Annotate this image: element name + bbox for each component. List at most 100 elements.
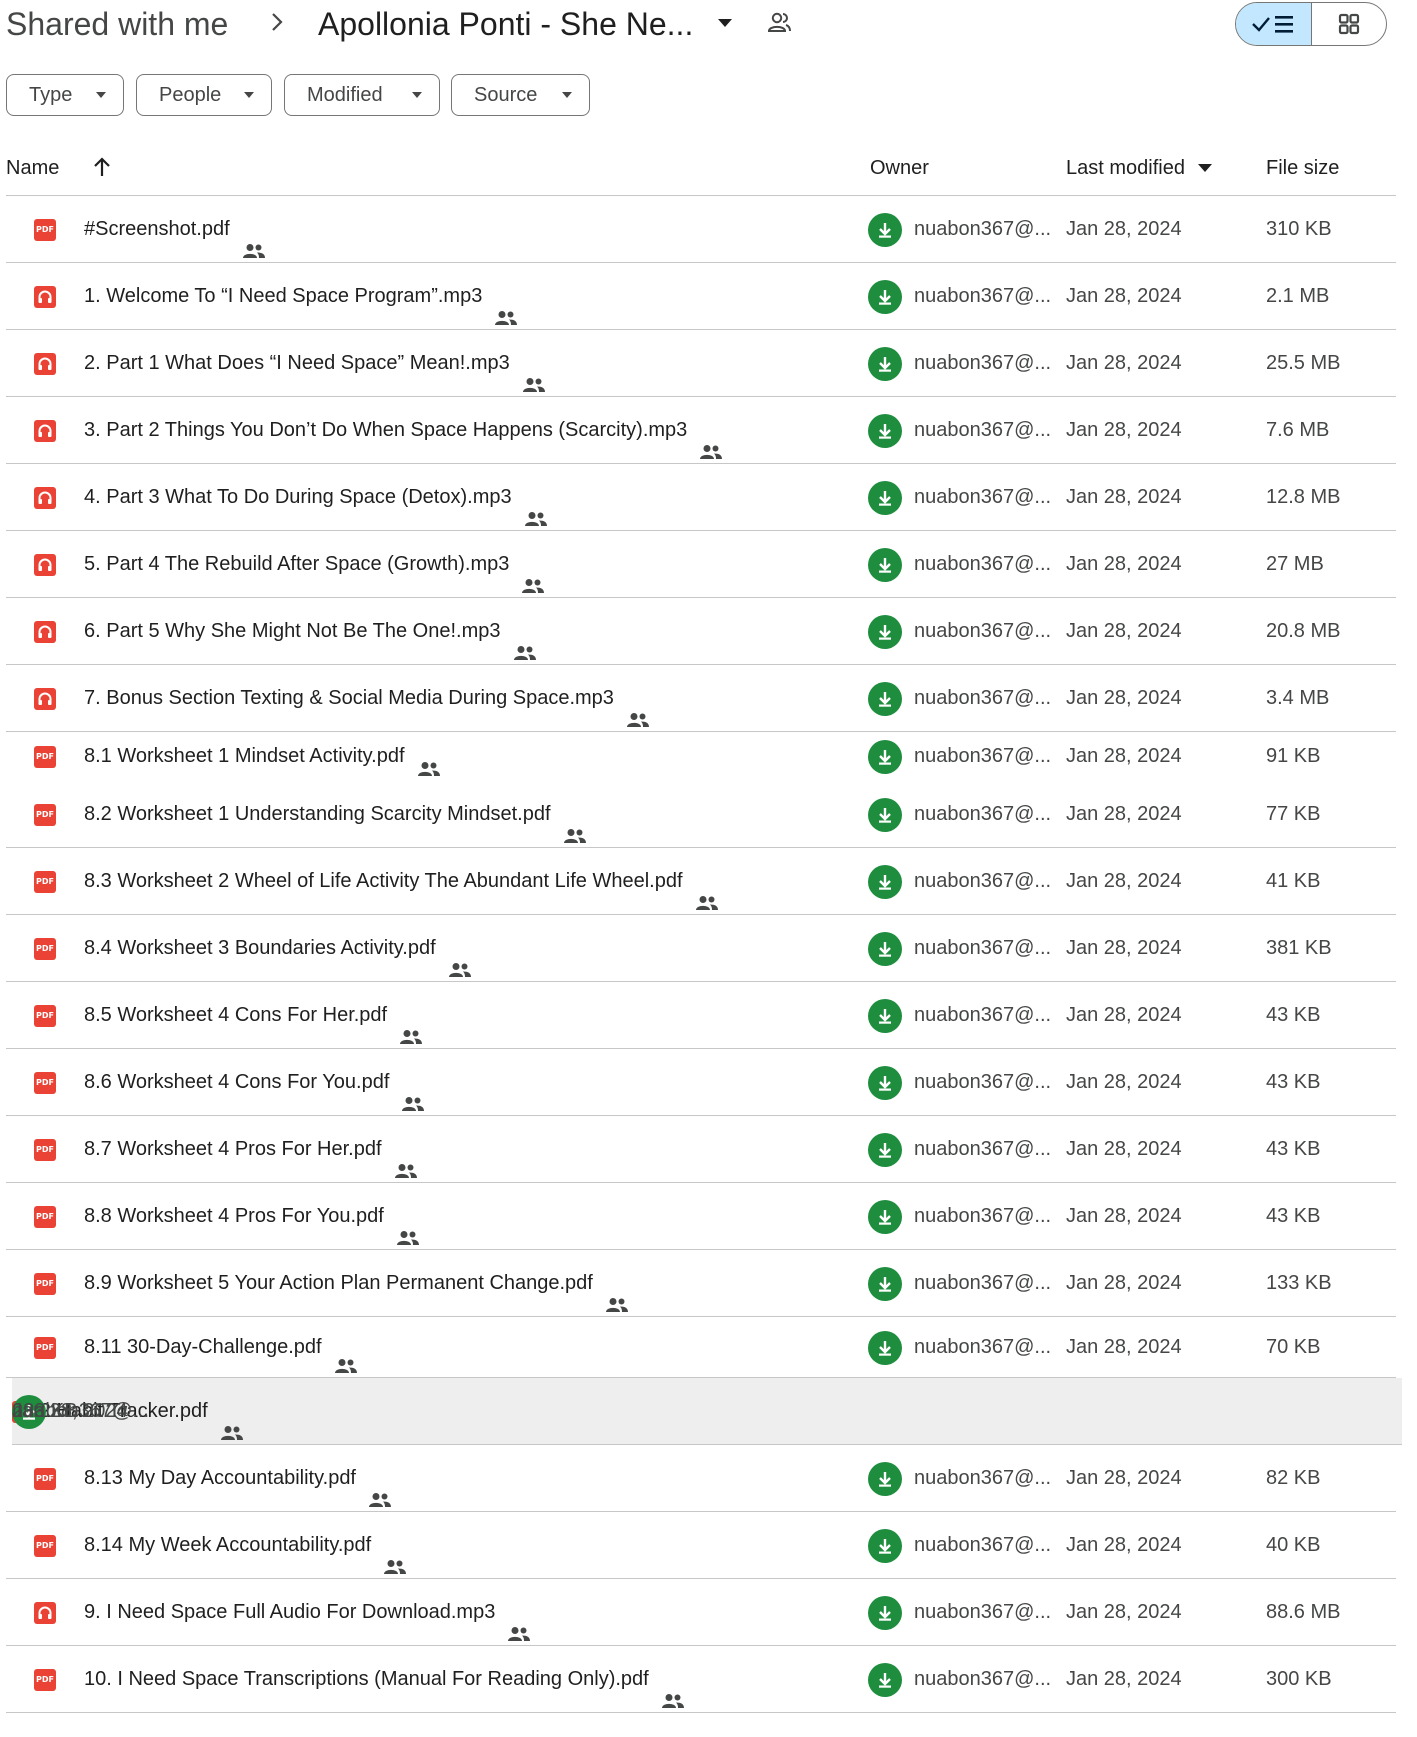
modified-filter-label: Modified bbox=[307, 83, 383, 106]
file-row[interactable]: 5. Part 4 The Rebuild After Space (Growt… bbox=[6, 531, 1396, 598]
file-name[interactable]: 2. Part 1 What Does “I Need Space” Mean!… bbox=[84, 330, 546, 397]
source-filter-chip[interactable]: Source bbox=[451, 74, 590, 116]
file-name[interactable]: 10. I Need Space Transcriptions (Manual … bbox=[84, 1646, 685, 1713]
file-name[interactable]: 8.4 Worksheet 3 Boundaries Activity.pdf bbox=[84, 915, 472, 982]
file-name[interactable]: 8.11 30-Day-Challenge.pdf bbox=[84, 1317, 358, 1378]
shared-people-icon bbox=[417, 747, 441, 776]
file-size: 82 KB bbox=[1266, 1467, 1321, 1489]
caret-down-icon bbox=[96, 92, 106, 98]
shared-people-icon bbox=[695, 872, 719, 910]
file-name[interactable]: 8.8 Worksheet 4 Pros For You.pdf bbox=[84, 1183, 420, 1250]
file-name[interactable]: 8.5 Worksheet 4 Cons For Her.pdf bbox=[84, 982, 423, 1049]
shared-people-icon bbox=[394, 1140, 418, 1178]
sort-caret-down-icon bbox=[1197, 164, 1212, 172]
file-row[interactable]: 1. Welcome To “I Need Space Program”.mp3… bbox=[6, 263, 1396, 330]
file-name-text: 8.8 Worksheet 4 Pros For You.pdf bbox=[84, 1205, 384, 1227]
shared-people-icon bbox=[494, 287, 518, 325]
file-row[interactable]: PDF #Screenshot.pdf nuabon367@... Jan 28, 2… bbox=[6, 196, 1396, 263]
type-filter-chip[interactable]: Type bbox=[6, 74, 124, 116]
file-name[interactable]: 4. Part 3 What To Do During Space (Detox… bbox=[84, 464, 548, 531]
file-row[interactable]: PDF 8.13 My Day Accountability.pdf nuabon3… bbox=[6, 1445, 1396, 1512]
pdf-file-icon: PDF bbox=[34, 937, 56, 960]
people-filter-chip[interactable]: People bbox=[136, 74, 272, 116]
file-name[interactable]: 3. Part 2 Things You Don’t Do When Space… bbox=[84, 397, 723, 464]
owner-email: nuabon367@... bbox=[914, 870, 1052, 892]
file-name-text: 8.9 Worksheet 5 Your Action Plan Permane… bbox=[84, 1272, 593, 1294]
view-toggle bbox=[1235, 2, 1387, 46]
last-modified-date: Jan 28, 2024 bbox=[1066, 937, 1182, 959]
file-row[interactable]: PDF8.12 Habit Tracker.pdfnuabon367@...Ja… bbox=[12, 1378, 1402, 1445]
pdf-file-icon: PDF bbox=[34, 1534, 56, 1557]
file-name[interactable]: #Screenshot.pdf bbox=[84, 196, 266, 263]
pdf-file-icon: PDF bbox=[34, 870, 56, 893]
audio-file-icon bbox=[34, 285, 56, 308]
pdf-file-icon: PDF bbox=[34, 1668, 56, 1691]
file-name[interactable]: 9. I Need Space Full Audio For Download.… bbox=[84, 1579, 531, 1646]
audio-file-icon bbox=[34, 687, 56, 710]
pdf-file-icon: PDF bbox=[34, 745, 56, 768]
column-header-name[interactable]: Name bbox=[6, 150, 59, 186]
owner-email: nuabon367@... bbox=[914, 1601, 1052, 1623]
owner-email: nuabon367@... bbox=[914, 218, 1052, 240]
arrow-up-icon[interactable] bbox=[92, 156, 112, 178]
modified-filter-chip[interactable]: Modified bbox=[284, 74, 440, 116]
last-modified-label: Last modified bbox=[1066, 157, 1185, 179]
list-view-button[interactable] bbox=[1236, 3, 1312, 45]
file-row[interactable]: PDF 8.11 30-Day-Challenge.pdf nuabon367@..… bbox=[6, 1317, 1396, 1378]
file-name[interactable]: 8.1 Worksheet 1 Mindset Activity.pdf bbox=[84, 732, 441, 781]
shared-folder-icon[interactable] bbox=[766, 10, 792, 36]
file-row[interactable]: PDF 8.5 Worksheet 4 Cons For Her.pdf nuabo… bbox=[6, 982, 1396, 1049]
file-name[interactable]: 6. Part 5 Why She Might Not Be The One!.… bbox=[84, 598, 537, 665]
file-row[interactable]: PDF 8.4 Worksheet 3 Boundaries Activity.p… bbox=[6, 915, 1396, 982]
last-modified-date: Jan 28, 2024 bbox=[1066, 1668, 1182, 1690]
file-size: 310 KB bbox=[1266, 218, 1332, 240]
file-size: 25.5 MB bbox=[1266, 352, 1341, 374]
file-row[interactable]: PDF 8.1 Worksheet 1 Mindset Activity.pdf n… bbox=[6, 732, 1396, 781]
column-header-file-size[interactable]: File size bbox=[1266, 150, 1339, 186]
shared-people-icon bbox=[220, 1402, 244, 1440]
file-row[interactable]: PDF 8.14 My Week Accountability.pdf nuabon… bbox=[6, 1512, 1396, 1579]
column-header-last-modified[interactable]: Last modified bbox=[1066, 150, 1213, 186]
file-size: 27 MB bbox=[1266, 553, 1324, 575]
last-modified-date: Jan 28, 2024 bbox=[1066, 687, 1182, 709]
shared-people-icon bbox=[507, 1603, 531, 1641]
column-header-owner[interactable]: Owner bbox=[870, 150, 929, 186]
caret-down-icon[interactable] bbox=[716, 14, 734, 32]
file-row[interactable]: PDF 8.9 Worksheet 5 Your Action Plan Perm… bbox=[6, 1250, 1396, 1317]
file-row[interactable]: 7. Bonus Section Texting & Social Media … bbox=[6, 665, 1396, 732]
file-row[interactable]: 4. Part 3 What To Do During Space (Detox… bbox=[6, 464, 1396, 531]
file-name[interactable]: 7. Bonus Section Texting & Social Media … bbox=[84, 665, 650, 732]
shared-people-icon bbox=[396, 1207, 420, 1245]
grid-view-button[interactable] bbox=[1312, 3, 1386, 45]
file-row[interactable]: 2. Part 1 What Does “I Need Space” Mean!… bbox=[6, 330, 1396, 397]
file-row[interactable]: 6. Part 5 Why She Might Not Be The One!.… bbox=[6, 598, 1396, 665]
file-name[interactable]: 8.14 My Week Accountability.pdf bbox=[84, 1512, 407, 1579]
file-row[interactable]: 9. I Need Space Full Audio For Download.… bbox=[6, 1579, 1396, 1646]
file-name-text: 8.7 Worksheet 4 Pros For Her.pdf bbox=[84, 1138, 382, 1160]
file-name[interactable]: 1. Welcome To “I Need Space Program”.mp3 bbox=[84, 263, 518, 330]
file-row[interactable]: PDF 10. I Need Space Transcriptions (Manu… bbox=[6, 1646, 1396, 1713]
file-name-text: 8.2 Worksheet 1 Understanding Scarcity M… bbox=[84, 803, 551, 825]
breadcrumb-shared-with-me[interactable]: Shared with me bbox=[6, 2, 228, 46]
audio-file-icon bbox=[34, 352, 56, 375]
last-modified-date: Jan 28, 2024 bbox=[1066, 553, 1182, 575]
file-size: 20.8 MB bbox=[1266, 620, 1341, 642]
file-name[interactable]: 8.13 My Day Accountability.pdf bbox=[84, 1445, 392, 1512]
breadcrumb-current-folder[interactable]: Apollonia Ponti - She Ne... bbox=[318, 2, 693, 46]
file-name[interactable]: 8.7 Worksheet 4 Pros For Her.pdf bbox=[84, 1116, 418, 1183]
file-name[interactable]: 8.3 Worksheet 2 Wheel of Life Activity T… bbox=[84, 848, 719, 915]
shared-people-icon bbox=[399, 1006, 423, 1044]
last-modified-date: Jan 28, 2024 bbox=[1066, 1071, 1182, 1093]
file-name[interactable]: 5. Part 4 The Rebuild After Space (Growt… bbox=[84, 531, 545, 598]
file-row[interactable]: PDF 8.3 Worksheet 2 Wheel of Life Activit… bbox=[6, 848, 1396, 915]
check-list-icon bbox=[1251, 16, 1293, 33]
file-row[interactable]: 3. Part 2 Things You Don’t Do When Space… bbox=[6, 397, 1396, 464]
last-modified-date: Jan 28, 2024 bbox=[1066, 419, 1182, 441]
file-name[interactable]: 8.6 Worksheet 4 Cons For You.pdf bbox=[84, 1049, 425, 1116]
file-row[interactable]: PDF 8.8 Worksheet 4 Pros For You.pdf nuabo… bbox=[6, 1183, 1396, 1250]
file-row[interactable]: PDF 8.7 Worksheet 4 Pros For Her.pdf nuabo… bbox=[6, 1116, 1396, 1183]
file-name[interactable]: 8.9 Worksheet 5 Your Action Plan Permane… bbox=[84, 1250, 629, 1317]
file-row[interactable]: PDF 8.6 Worksheet 4 Cons For You.pdf nuabo… bbox=[6, 1049, 1396, 1116]
file-name[interactable]: 8.2 Worksheet 1 Understanding Scarcity M… bbox=[84, 781, 587, 848]
file-row[interactable]: PDF 8.2 Worksheet 1 Understanding Scarcit… bbox=[6, 781, 1396, 848]
